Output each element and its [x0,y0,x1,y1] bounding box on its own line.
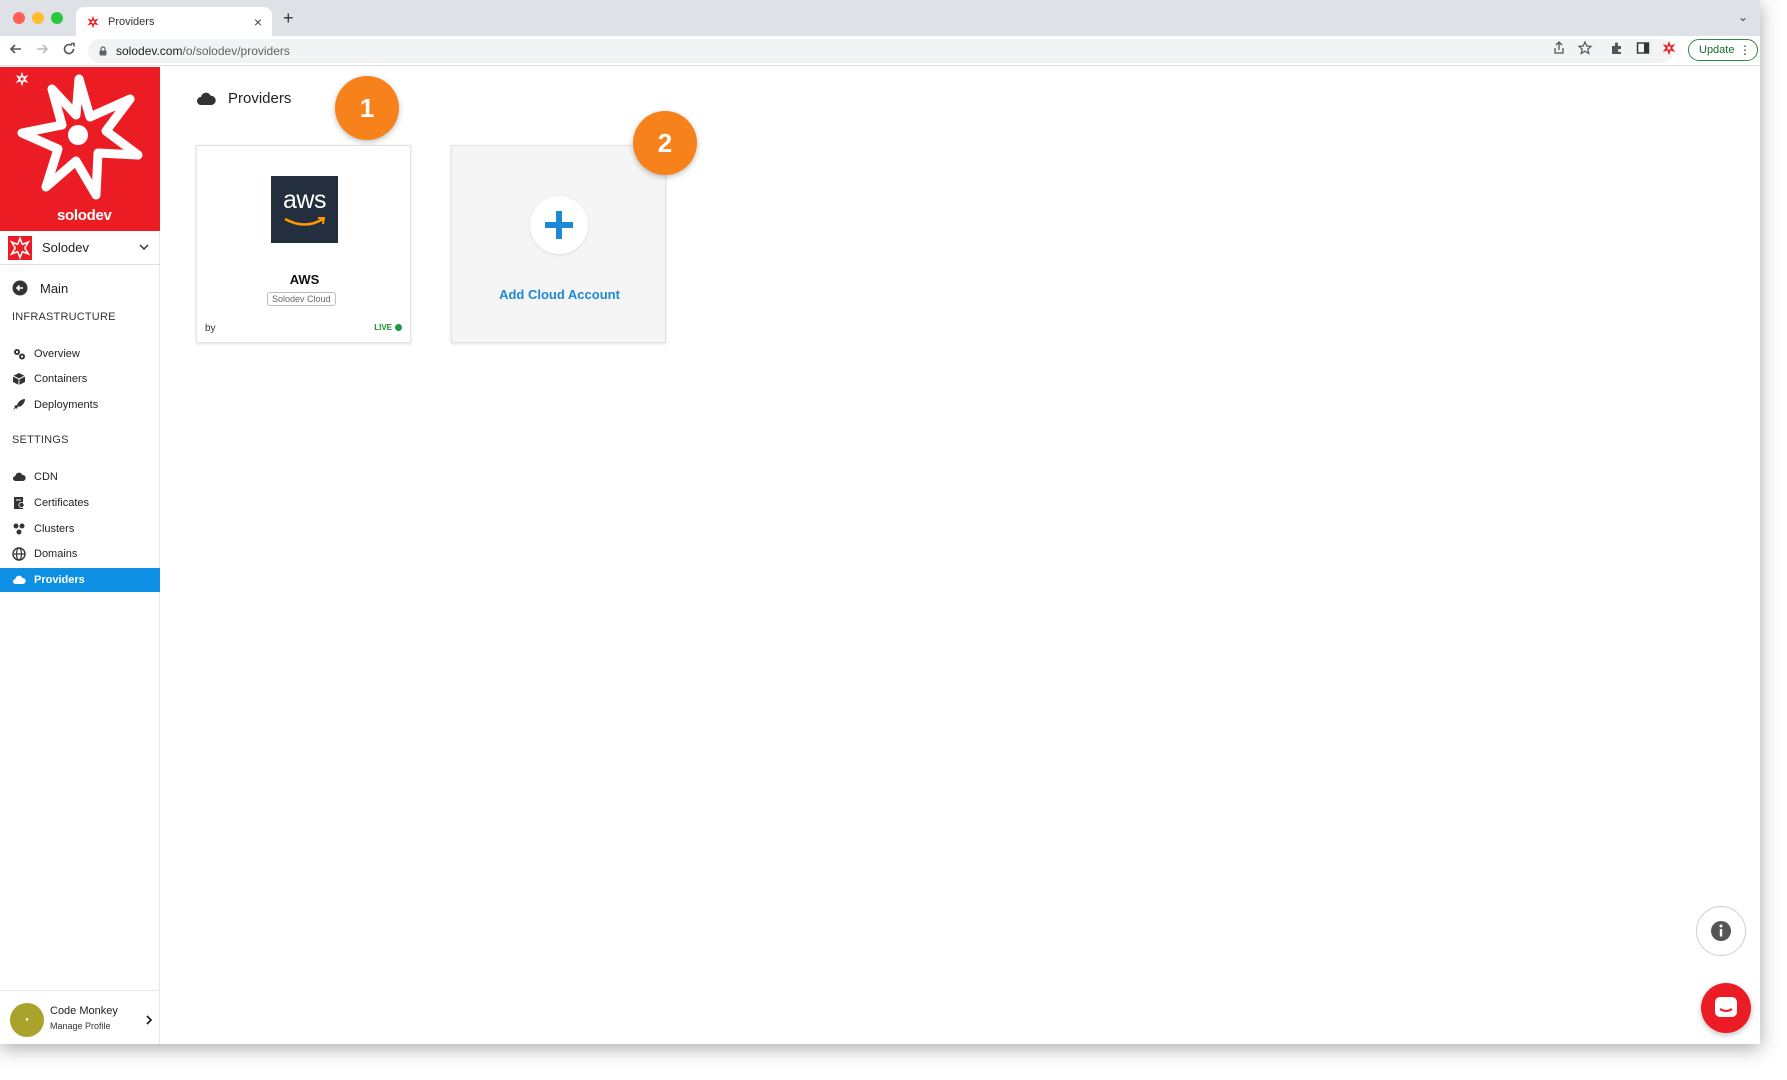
avatar: ● [10,1003,44,1037]
update-button[interactable]: Update ⋮ [1688,39,1758,61]
certificate-icon [14,497,25,509]
status-label: LIVE [374,323,392,332]
sidebar-item-providers[interactable]: Providers [0,568,160,592]
org-name: Solodev [42,240,89,255]
profile-section[interactable]: ● Code Monkey Manage Profile [0,990,160,1044]
sidebar-item-cdn[interactable]: CDN [0,465,160,489]
update-label: Update [1699,44,1735,56]
sidebar-item-clusters[interactable]: Clusters [0,517,160,541]
sidebar-item-domains[interactable]: Domains [0,542,160,566]
sidebar-item-overview[interactable]: Overview [0,342,160,366]
tab-bar: Providers × + ⌄ [0,0,1760,36]
sidebar-item-label: Providers [34,574,85,586]
address-bar-row: solodev.com/o/solodev/providers Update ⋮ [0,36,1760,66]
reload-icon[interactable] [62,42,76,56]
forward-arrow-icon[interactable] [35,42,49,56]
close-window-button[interactable] [13,12,25,24]
tab-title: Providers [108,15,155,28]
aws-logo-text: aws [283,186,326,214]
plus-icon [545,211,573,239]
url-input[interactable]: solodev.com/o/solodev/providers [88,39,1674,63]
sidebar-item-label: Certificates [34,497,90,509]
sidebar-item-containers[interactable]: Containers [0,367,160,391]
cloud-icon [13,472,26,481]
sidebar-item-main[interactable]: Main [0,276,160,300]
profile-name: Code Monkey [50,1005,118,1017]
aws-logo: aws [271,176,338,243]
infrastructure-heading: INFRASTRUCTURE [12,311,116,323]
minimize-window-button[interactable] [32,12,44,24]
org-selector[interactable]: Solodev [0,231,160,265]
sidebar-item-label: Clusters [34,523,75,535]
step-marker-1: 1 [335,76,399,140]
side-panel-icon[interactable] [1635,40,1651,56]
provider-tag: Solodev Cloud [267,292,336,306]
maximize-window-button[interactable] [51,12,63,24]
sidebar-item-label: Deployments [34,399,99,411]
provider-name: AWS [289,272,320,287]
sidebar-item-label: Overview [34,348,80,360]
cloud-icon [13,575,26,584]
sidebar-item-label: Containers [34,373,88,385]
solodev-mini-star-icon [15,71,29,87]
brand-name: solodev [57,207,112,224]
info-icon [1711,921,1731,941]
step-marker-2: 2 [633,111,697,175]
browser-window: Providers × + ⌄ solodev.com/o/solodev/pr… [0,0,1760,1044]
chat-button[interactable] [1701,983,1751,1033]
status-dot-icon [395,324,402,331]
close-tab-icon[interactable]: × [254,14,262,30]
url-path: /o/solodev/providers [182,44,290,58]
globe-icon [12,547,26,561]
back-circle-icon [12,280,28,296]
gears-icon [14,349,25,360]
back-arrow-icon[interactable] [9,42,23,56]
page-header: Providers [196,90,291,107]
menu-dots-icon: ⋮ [1739,43,1751,57]
browser-tab[interactable]: Providers × [76,7,272,36]
org-logo-icon [8,235,32,260]
cluster-icon [13,523,25,535]
sidebar-item-deployments[interactable]: Deployments [0,393,160,417]
page-title: Providers [228,90,292,107]
cloud-icon [197,92,216,105]
rocket-icon [13,399,25,410]
sidebar-item-label: CDN [34,471,58,483]
solodev-favicon-icon [87,15,99,28]
manage-profile-link[interactable]: Manage Profile [50,1021,111,1031]
brand-logo[interactable]: solodev [0,67,160,231]
amazon-smile-icon [284,217,326,226]
provider-card-aws[interactable]: aws AWS Solodev Cloud by LIVE [196,145,411,343]
status-badge: LIVE [374,323,402,332]
bookmark-star-icon[interactable] [1577,40,1593,56]
tab-search-chevron-icon[interactable]: ⌄ [1738,10,1748,24]
provider-by: by [205,323,216,334]
new-tab-button[interactable]: + [283,8,294,29]
url-host: solodev.com [116,44,183,58]
share-icon[interactable] [1551,40,1567,56]
chat-icon [1715,997,1737,1017]
add-cloud-account-label[interactable]: Add Cloud Account [452,287,667,302]
cube-icon [12,373,26,385]
sidebar-item-label: Main [40,280,69,296]
solodev-extension-icon[interactable] [1661,40,1677,56]
info-button[interactable] [1696,906,1746,956]
sidebar: solodev Solodev Main INFRASTRUCTURE Over… [0,67,160,1044]
sidebar-item-certificates[interactable]: Certificates [0,491,160,515]
chevron-right-icon [146,1015,153,1025]
extensions-puzzle-icon[interactable] [1609,40,1625,56]
sidebar-item-label: Domains [34,548,78,560]
add-button[interactable] [530,196,588,254]
add-cloud-account-card[interactable]: Add Cloud Account [451,145,666,343]
chevron-down-icon [139,244,149,251]
settings-heading: SETTINGS [12,434,69,446]
solodev-star-logo-icon [17,74,143,200]
lock-icon [99,46,107,56]
